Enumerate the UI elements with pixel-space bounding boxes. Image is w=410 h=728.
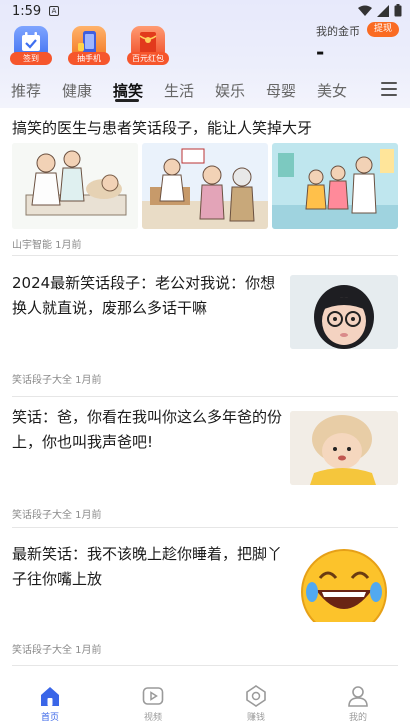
feed-item-meta: 笑话段子大全 1月前 (12, 645, 102, 656)
nav-earn[interactable]: 赚钱 (226, 684, 286, 723)
tab-recommend[interactable]: 推荐 (11, 80, 41, 101)
notification-icon: A (49, 6, 59, 16)
feed-thumb-girl-glasses (290, 275, 398, 349)
feed-image-clinic (142, 143, 268, 229)
system-icons (358, 4, 402, 17)
category-tabs: 推荐 健康 搞笑 生活 娱乐 母婴 美女 (0, 78, 410, 104)
feed-item-title: 搞笑的医生与患者笑话段子，能让人笑掉大牙 (12, 119, 313, 137)
menu-icon[interactable] (381, 82, 397, 96)
earn-icon (246, 685, 266, 707)
promo-phone-button[interactable]: 抽手机 (68, 26, 112, 66)
status-bar: 1:59 A (0, 0, 410, 22)
coins-value: - (316, 40, 325, 64)
feed-thumb-toddler (290, 411, 398, 485)
promo-phone-label: 抽手机 (68, 52, 110, 65)
active-tab-indicator (115, 99, 139, 102)
feed-image-nurse-children (272, 143, 398, 229)
feed-item-title: 最新笑话：我不该晚上趁你睡着，把脚丫子往你嘴上放 (12, 545, 283, 588)
status-time: 1:59 (12, 4, 42, 19)
nav-profile[interactable]: 我的 (328, 684, 388, 723)
nav-earn-label: 赚钱 (246, 713, 265, 723)
feed-item-title: 2024最新笑话段子：老公对我说：你想换人就直说，废那么多话干嘛 (12, 274, 276, 317)
home-icon (41, 687, 59, 706)
divider (12, 665, 398, 666)
feed-item-title: 笑话：爸，你看在我叫你这么多年爸的份上，你也叫我声爸吧! (12, 408, 283, 451)
video-icon (142, 687, 164, 705)
signal-icon (377, 4, 389, 17)
withdraw-button[interactable]: 提现 (367, 22, 399, 37)
tab-life[interactable]: 生活 (164, 80, 194, 101)
tab-entertainment[interactable]: 娱乐 (215, 80, 245, 101)
nav-home[interactable]: 首页 (20, 684, 80, 723)
divider (12, 527, 398, 528)
nav-video[interactable]: 视频 (123, 684, 183, 723)
profile-icon (348, 686, 368, 707)
coins-label: 我的金币 (316, 25, 360, 38)
feed-image-doctor-patient (12, 143, 138, 229)
tab-beauty[interactable]: 美女 (317, 80, 347, 101)
promo-red-packet-button[interactable]: 百元红包 (127, 26, 171, 66)
promo-red-packet-label: 百元红包 (127, 52, 169, 65)
feed-item-meta: 笑话段子大全 1月前 (12, 510, 102, 521)
promo-checkin-label: 签到 (10, 52, 52, 65)
tab-health[interactable]: 健康 (62, 80, 92, 101)
nav-profile-label: 我的 (348, 713, 367, 723)
tab-funny[interactable]: 搞笑 (113, 80, 143, 101)
tab-parenting[interactable]: 母婴 (266, 80, 296, 101)
wifi-icon (358, 5, 372, 16)
bottom-navigation: 首页 视频 赚钱 我的 (0, 676, 410, 728)
divider (12, 396, 398, 397)
feed-thumb-laughing-emoji (290, 548, 398, 622)
feed-item-meta: 笑话段子大全 1月前 (12, 375, 102, 386)
nav-home-label: 首页 (40, 713, 59, 723)
feed-item-meta: 山宇智能 1月前 (12, 240, 82, 251)
nav-video-label: 视频 (143, 713, 162, 723)
divider (12, 255, 398, 256)
battery-icon (394, 4, 402, 17)
promo-checkin-button[interactable]: 签到 (10, 26, 54, 66)
